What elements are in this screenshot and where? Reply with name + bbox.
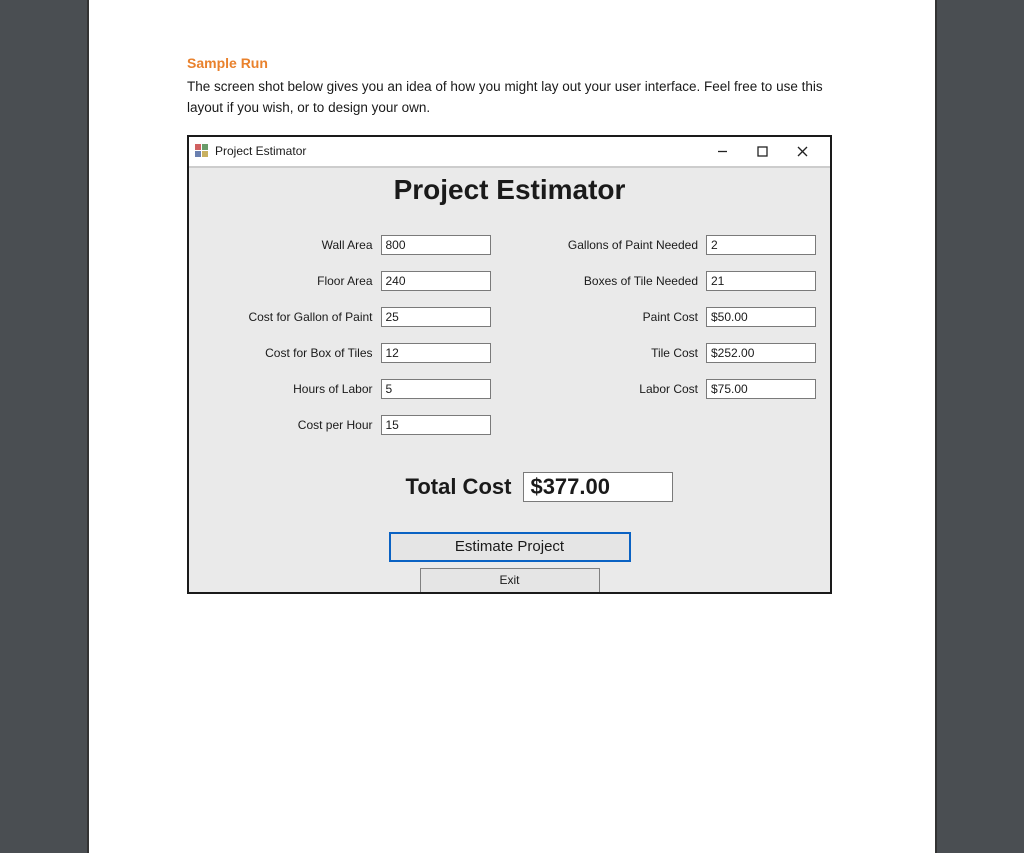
paint-cost-row: Paint Cost $50.00 <box>529 306 817 328</box>
app-window: Project Estimator Project Estimator Wall… <box>187 135 832 594</box>
wall-area-label: Wall Area <box>322 238 373 252</box>
tile-cost-row: Tile Cost $252.00 <box>529 342 817 364</box>
paint-cost-label: Paint Cost <box>643 310 698 324</box>
cost-hour-input[interactable] <box>381 415 491 435</box>
boxes-output: 21 <box>706 271 816 291</box>
section-description: The screen shot below gives you an idea … <box>187 77 850 119</box>
cost-tile-label: Cost for Box of Tiles <box>265 346 372 360</box>
section-heading: Sample Run <box>187 55 850 71</box>
gallons-label: Gallons of Paint Needed <box>568 238 698 252</box>
gallons-row: Gallons of Paint Needed 2 <box>529 234 817 256</box>
form-heading: Project Estimator <box>203 174 816 206</box>
output-column: Gallons of Paint Needed 2 Boxes of Tile … <box>529 234 817 450</box>
title-bar: Project Estimator <box>189 137 830 167</box>
labor-cost-output: $75.00 <box>706 379 816 399</box>
input-column: Wall Area Floor Area Cost for Gallon of … <box>203 234 491 450</box>
hours-input[interactable] <box>381 379 491 399</box>
cost-hour-label: Cost per Hour <box>298 418 373 432</box>
close-icon[interactable] <box>782 139 822 163</box>
form-columns: Wall Area Floor Area Cost for Gallon of … <box>203 234 816 450</box>
hours-label: Hours of Labor <box>293 382 372 396</box>
cost-paint-row: Cost for Gallon of Paint <box>203 306 491 328</box>
total-label: Total Cost <box>406 474 512 500</box>
minimize-icon[interactable] <box>702 139 742 163</box>
window-title: Project Estimator <box>215 144 702 158</box>
total-row: Total Cost $377.00 <box>263 472 816 502</box>
paint-cost-output: $50.00 <box>706 307 816 327</box>
client-area: Project Estimator Wall Area Floor Area C… <box>189 167 830 592</box>
button-stack: Estimate Project Exit <box>203 532 816 592</box>
app-icon <box>195 144 209 158</box>
document-page: Sample Run The screen shot below gives y… <box>87 0 937 853</box>
labor-cost-label: Labor Cost <box>639 382 698 396</box>
tile-cost-output: $252.00 <box>706 343 816 363</box>
cost-tile-input[interactable] <box>381 343 491 363</box>
cost-paint-label: Cost for Gallon of Paint <box>248 310 372 324</box>
hours-row: Hours of Labor <box>203 378 491 400</box>
cost-tile-row: Cost for Box of Tiles <box>203 342 491 364</box>
total-output: $377.00 <box>523 472 673 502</box>
maximize-icon[interactable] <box>742 139 782 163</box>
estimate-button[interactable]: Estimate Project <box>389 532 631 562</box>
wall-area-row: Wall Area <box>203 234 491 256</box>
boxes-label: Boxes of Tile Needed <box>584 274 698 288</box>
cost-paint-input[interactable] <box>381 307 491 327</box>
wall-area-input[interactable] <box>381 235 491 255</box>
gallons-output: 2 <box>706 235 816 255</box>
tile-cost-label: Tile Cost <box>651 346 698 360</box>
exit-button[interactable]: Exit <box>420 568 600 592</box>
floor-area-input[interactable] <box>381 271 491 291</box>
floor-area-label: Floor Area <box>317 274 372 288</box>
floor-area-row: Floor Area <box>203 270 491 292</box>
boxes-row: Boxes of Tile Needed 21 <box>529 270 817 292</box>
cost-hour-row: Cost per Hour <box>203 414 491 436</box>
labor-cost-row: Labor Cost $75.00 <box>529 378 817 400</box>
